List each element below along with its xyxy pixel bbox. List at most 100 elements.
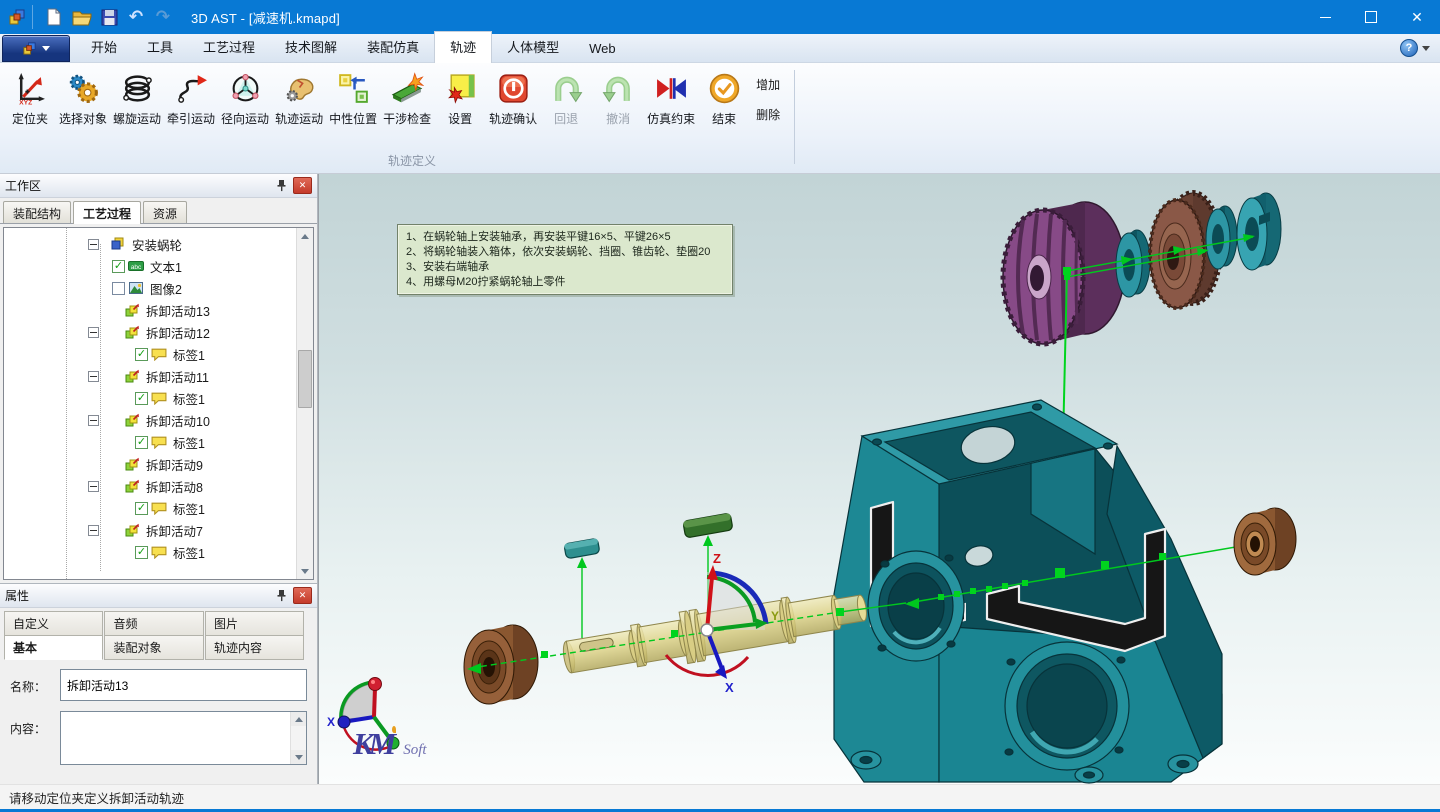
tree-item[interactable]: 拆卸活动10 [4, 409, 296, 431]
end-cap-nut[interactable] [1237, 193, 1281, 270]
tree-item[interactable]: 拆卸活动13 [4, 299, 296, 321]
ribbon-button-增加[interactable]: 增加 [756, 76, 780, 93]
scrollbar-thumb[interactable] [298, 350, 312, 408]
maximize-button[interactable] [1348, 0, 1394, 34]
chevron-down-icon[interactable] [1422, 46, 1430, 51]
scroll-up-icon[interactable] [291, 712, 306, 726]
menu-tab-轨迹[interactable]: 轨迹 [434, 31, 492, 63]
tree-item[interactable]: 安装蜗轮 [4, 233, 296, 255]
tree-checkbox[interactable]: ✓ [135, 436, 148, 449]
properties-tab-基本[interactable]: 基本 [4, 635, 103, 660]
redo-arrow-icon[interactable]: ↷ [151, 5, 175, 29]
tree-expander-icon[interactable] [88, 371, 99, 382]
pin-icon[interactable] [273, 178, 289, 193]
tree-item[interactable]: ✓标签1 [4, 343, 296, 365]
viewport-3d[interactable]: Z Y X X [318, 174, 1440, 784]
tree-checkbox[interactable]: ✓ [112, 260, 125, 273]
properties-tab-轨迹内容[interactable]: 轨迹内容 [205, 635, 304, 660]
open-file-icon[interactable] [70, 5, 94, 29]
textarea-scrollbar[interactable] [290, 712, 306, 764]
tree-item-label: 标签1 [171, 433, 205, 452]
scroll-down-icon[interactable] [291, 750, 306, 764]
tree-item[interactable]: ✓abc文本1 [4, 255, 296, 277]
tree-item[interactable]: 拆卸活动9 [4, 453, 296, 475]
tree-checkbox[interactable] [112, 282, 125, 295]
save-icon[interactable] [97, 5, 121, 29]
ribbon-button-设置[interactable]: 设置 [434, 68, 486, 129]
tree-expander-icon[interactable] [88, 525, 99, 536]
tree-item[interactable]: 图像2 [4, 277, 296, 299]
properties-tab-音频[interactable]: 音频 [104, 611, 203, 636]
tree-item[interactable]: 拆卸活动12 [4, 321, 296, 343]
key-small[interactable] [564, 538, 600, 559]
ribbon-button-仿真约束[interactable]: 仿真约束 [644, 68, 698, 129]
ribbon-button-选择对象[interactable]: 选择对象 [56, 68, 110, 129]
menu-tab-Web[interactable]: Web [574, 36, 631, 62]
scrollbar-track[interactable] [297, 244, 313, 563]
properties-tab-自定义[interactable]: 自定义 [4, 611, 103, 636]
washer-2[interactable] [1206, 206, 1237, 269]
key-large[interactable] [683, 513, 733, 538]
ribbon-button-螺旋运动[interactable]: 螺旋运动 [110, 68, 164, 129]
gearbox-housing[interactable] [834, 400, 1222, 783]
tree-checkbox[interactable]: ✓ [135, 502, 148, 515]
workspace-tab-装配结构[interactable]: 装配结构 [3, 201, 71, 223]
ribbon-button-径向运动[interactable]: 径向运动 [218, 68, 272, 129]
name-input[interactable] [60, 669, 307, 701]
simulation-constraint-icon [653, 70, 689, 106]
application-menu-button[interactable] [2, 35, 70, 62]
tree-item[interactable]: ✓标签1 [4, 387, 296, 409]
menu-tab-开始[interactable]: 开始 [76, 32, 132, 62]
app-logo-icon[interactable] [5, 5, 29, 29]
scroll-down-icon[interactable] [297, 563, 313, 579]
ribbon-button-牵引运动[interactable]: 牵引运动 [164, 68, 218, 129]
label-icon [151, 545, 168, 560]
tree-expander-icon[interactable] [88, 239, 99, 250]
undo-arrow-icon[interactable]: ↶ [124, 5, 148, 29]
tree-expander-icon[interactable] [88, 327, 99, 338]
help-icon[interactable]: ? [1400, 39, 1418, 57]
tree-expander-icon[interactable] [88, 481, 99, 492]
menu-tab-工具[interactable]: 工具 [132, 32, 188, 62]
tree-item[interactable]: ✓标签1 [4, 497, 296, 519]
scroll-up-icon[interactable] [297, 228, 313, 244]
ribbon-button-删除[interactable]: 删除 [756, 106, 780, 123]
tree-item[interactable]: 拆卸活动11 [4, 365, 296, 387]
menu-tab-装配仿真[interactable]: 装配仿真 [352, 32, 434, 62]
close-icon[interactable]: ✕ [293, 177, 312, 194]
tree-item[interactable]: ✓ 标签1 [4, 431, 296, 453]
ribbon-button-轨迹确认[interactable]: 轨迹确认 [486, 68, 540, 129]
tree-item[interactable]: 拆卸活动8 [4, 475, 296, 497]
minimize-button[interactable] [1302, 0, 1348, 34]
tree-item[interactable]: ✓ 标签1 [4, 541, 296, 563]
properties-tab-图片[interactable]: 图片 [205, 611, 304, 636]
ribbon-button-轨迹运动[interactable]: 轨迹运动 [272, 68, 326, 129]
ribbon-button-干涉检查[interactable]: 干涉检查 [380, 68, 434, 129]
workspace-tab-资源[interactable]: 资源 [143, 201, 187, 223]
tree-item-label: 标签1 [171, 543, 205, 562]
workspace-tab-工艺过程[interactable]: 工艺过程 [73, 201, 141, 224]
ribbon-button-结束[interactable]: 结束 [698, 68, 750, 129]
properties-tab-装配对象[interactable]: 装配对象 [104, 635, 203, 660]
close-button[interactable]: ✕ [1394, 0, 1440, 34]
process-annotation-note[interactable]: 1、在蜗轮轴上安装轴承，再安装平键16×5、平键26×52、将蜗轮轴装入箱体，依… [397, 224, 733, 295]
tree-checkbox[interactable]: ✓ [135, 546, 148, 559]
tree-expander-icon[interactable] [88, 415, 99, 426]
activity-icon [124, 325, 141, 340]
tree-scrollbar[interactable] [296, 228, 313, 579]
tree-item[interactable]: 拆卸活动7 [4, 519, 296, 541]
menu-tab-技术图解[interactable]: 技术图解 [270, 32, 352, 62]
right-bearing[interactable] [1234, 508, 1296, 575]
new-file-icon[interactable] [32, 5, 67, 29]
close-icon[interactable]: ✕ [293, 587, 312, 604]
tree-checkbox[interactable]: ✓ [135, 348, 148, 361]
left-bearing[interactable] [464, 625, 538, 704]
menu-tab-人体模型[interactable]: 人体模型 [492, 32, 574, 62]
content-textarea[interactable] [61, 712, 290, 764]
tree-checkbox[interactable]: ✓ [135, 392, 148, 405]
pin-icon[interactable] [273, 588, 289, 603]
ribbon-button-定位夹[interactable]: XYZ定位夹 [4, 68, 56, 129]
menu-tab-工艺过程[interactable]: 工艺过程 [188, 32, 270, 62]
group-icon [110, 237, 127, 252]
ribbon-button-中性位置[interactable]: 中性位置 [326, 68, 380, 129]
